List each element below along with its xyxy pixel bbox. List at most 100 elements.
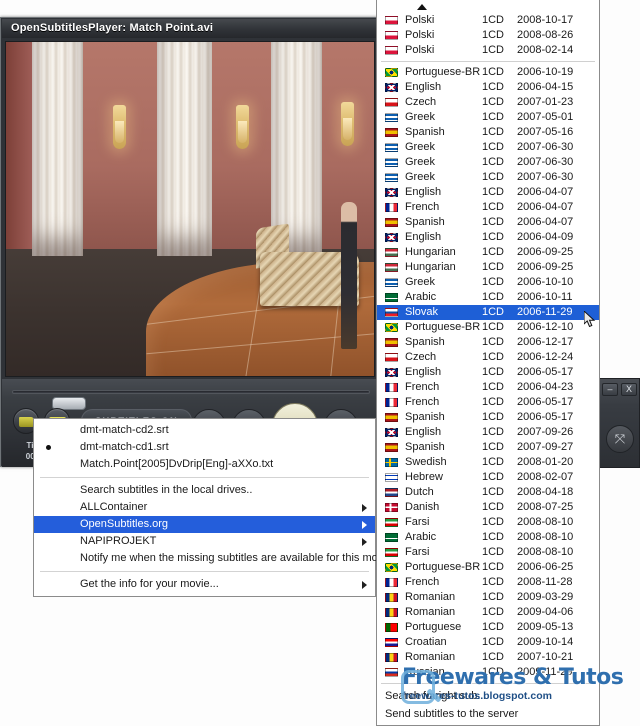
subtitle-menu-command[interactable]: Send subtitles to the server <box>377 705 599 723</box>
context-menu-item[interactable]: Search subtitles in the local drives.. <box>34 482 375 499</box>
flag-es-icon <box>385 128 398 137</box>
minimize-button[interactable]: – <box>602 383 618 396</box>
subtitle-date: 2009-05-13 <box>517 621 574 633</box>
subtitle-menu-command[interactable]: Search fo right sub... <box>377 687 599 705</box>
subtitle-result-row[interactable]: Polski 1CD 2008-10-17 <box>377 13 599 28</box>
subtitle-date: 2006-12-24 <box>517 351 574 363</box>
subtitle-result-row[interactable]: Hungarian 1CD 2006-09-25 <box>377 260 599 275</box>
subtitle-result-row[interactable]: Swedish 1CD 2008-01-20 <box>377 455 599 470</box>
subtitle-result-row[interactable]: Arabic 1CD 2006-10-11 <box>377 290 599 305</box>
subtitle-result-row[interactable]: Hungarian 1CD 2006-09-25 <box>377 245 599 260</box>
context-menu-item[interactable]: Match.Point[2005]DvDrip[Eng]-aXXo.txt <box>34 456 375 473</box>
subtitle-date: 2009-11-29 <box>517 666 573 678</box>
subtitle-result-row[interactable]: Romanian 1CD 2007-10-21 <box>377 650 599 665</box>
flag-hu-icon <box>385 248 398 257</box>
subtitle-language: Spanish <box>405 441 445 453</box>
subtitle-result-row[interactable]: French 1CD 2006-04-07 <box>377 200 599 215</box>
subtitle-cd-count: 1CD <box>482 246 505 258</box>
subtitle-language: Croatian <box>405 636 447 648</box>
subtitle-result-row[interactable]: English 1CD 2006-05-17 <box>377 365 599 380</box>
flag-cz-icon <box>385 98 398 107</box>
subtitle-result-row[interactable]: English 1CD 2006-04-15 <box>377 80 599 95</box>
close-button[interactable]: X <box>621 383 637 396</box>
subtitle-result-row[interactable]: Hebrew 1CD 2008-02-07 <box>377 470 599 485</box>
subtitle-date: 2008-04-18 <box>517 486 574 498</box>
subtitle-result-row[interactable]: Portuguese-BR 1CD 2006-06-25 <box>377 560 599 575</box>
scene-person <box>340 202 357 350</box>
flag-gb-icon <box>385 233 398 242</box>
subtitle-result-row[interactable]: Danish 1CD 2008-07-25 <box>377 500 599 515</box>
context-menu-item[interactable]: Notify me when the missing subtitles are… <box>34 550 392 567</box>
subtitle-result-row[interactable]: Greek 1CD 2006-10-10 <box>377 275 599 290</box>
subtitle-cd-count: 1CD <box>482 291 505 303</box>
fullscreen-button[interactable]: ⤧ <box>606 425 634 453</box>
subtitle-cd-count: 1CD <box>482 666 505 678</box>
subtitle-language: Hungarian <box>405 246 456 258</box>
subtitle-date: 2008-08-10 <box>517 546 574 558</box>
subtitle-menu-commands: Search fo right sub... Send subtitles to … <box>377 687 599 725</box>
subtitle-date: 2007-01-23 <box>517 96 574 108</box>
flag-br-icon <box>385 563 398 572</box>
flag-nl-icon <box>385 488 398 497</box>
submenu-arrow-icon <box>362 504 367 512</box>
context-menu-item[interactable]: NAPIPROJEKT <box>34 533 375 550</box>
subtitle-result-row[interactable]: Czech 1CD 2007-01-23 <box>377 95 599 110</box>
context-menu-item[interactable]: OpenSubtitles.org <box>34 516 375 533</box>
subtitle-date: 2006-12-17 <box>517 336 574 348</box>
subtitle-result-row[interactable]: French 1CD 2006-04-23 <box>377 380 599 395</box>
subtitle-result-row[interactable]: Spanish 1CD 2007-05-16 <box>377 125 599 140</box>
subtitle-result-row[interactable]: French 1CD 2008-11-28 <box>377 575 599 590</box>
subtitle-result-row[interactable]: Arabic 1CD 2008-08-10 <box>377 530 599 545</box>
subtitle-result-row[interactable]: Spanish 1CD 2007-09-27 <box>377 440 599 455</box>
subtitle-result-row[interactable]: Polski 1CD 2008-08-26 <box>377 28 599 43</box>
flag-hu-icon <box>385 263 398 272</box>
context-menu-item[interactable]: dmt-match-cd1.srt <box>34 439 375 456</box>
subtitle-result-row[interactable]: Portuguese 1CD 2009-05-13 <box>377 620 599 635</box>
subtitle-language: Slovak <box>405 306 439 318</box>
subtitle-result-row[interactable]: Romanian 1CD 2009-03-29 <box>377 590 599 605</box>
context-menu-item[interactable]: ALLContainer <box>34 499 375 516</box>
subtitle-result-row[interactable]: Polski 1CD 2008-02-14 <box>377 43 599 58</box>
subtitle-result-row[interactable]: Spanish 1CD 2006-04-07 <box>377 215 599 230</box>
seek-slider[interactable] <box>12 390 370 410</box>
subtitle-cd-count: 1CD <box>482 201 505 213</box>
subtitle-result-row[interactable]: French 1CD 2006-05-17 <box>377 395 599 410</box>
scroll-up-button[interactable] <box>377 0 599 13</box>
subtitle-cd-count: 1CD <box>482 516 505 528</box>
subtitle-result-row[interactable]: Dutch 1CD 2008-04-18 <box>377 485 599 500</box>
subtitle-result-row[interactable]: Croatian 1CD 2009-10-14 <box>377 635 599 650</box>
subtitle-language: English <box>405 81 442 93</box>
subtitle-date: 2009-10-14 <box>517 636 574 648</box>
subtitle-language: Romanian <box>405 591 456 603</box>
context-menu-item[interactable]: dmt-match-cd2.srt <box>34 422 375 439</box>
subtitle-result-row[interactable]: Portuguese-BR 1CD 2006-12-10 <box>377 320 599 335</box>
subtitle-result-row[interactable]: Portuguese-BR 1CD 2006-10-19 <box>377 65 599 80</box>
subtitle-result-row[interactable]: Greek 1CD 2007-06-30 <box>377 170 599 185</box>
subtitle-result-row[interactable]: Greek 1CD 2007-05-01 <box>377 110 599 125</box>
context-menu-item[interactable]: Get the info for your movie... <box>34 576 375 593</box>
subtitle-date: 2006-10-19 <box>517 66 574 78</box>
subtitle-result-row[interactable]: Farsi 1CD 2008-08-10 <box>377 515 599 530</box>
subtitle-language: French <box>405 201 440 213</box>
subtitle-result-row[interactable]: Romanian 1CD 2009-04-06 <box>377 605 599 620</box>
subtitle-result-row[interactable]: Spanish 1CD 2006-12-17 <box>377 335 599 350</box>
subtitle-result-row[interactable]: Spanish 1CD 2006-05-17 <box>377 410 599 425</box>
flag-gb-icon <box>385 428 398 437</box>
subtitle-result-row[interactable]: Farsi 1CD 2008-08-10 <box>377 545 599 560</box>
subtitle-date: 2007-09-27 <box>517 441 574 453</box>
subtitle-date: 2006-10-10 <box>517 276 574 288</box>
video-display[interactable] <box>5 41 375 377</box>
subtitle-language: Spanish <box>405 126 445 138</box>
subtitle-result-row[interactable]: English 1CD 2006-04-09 <box>377 230 599 245</box>
subtitle-date: 2006-04-07 <box>517 201 574 213</box>
subtitle-result-row[interactable]: Slovak 1CD 2006-11-29 <box>377 305 599 320</box>
subtitle-language: Swedish <box>405 456 447 468</box>
subtitle-result-row[interactable]: Russian 1CD 2009-11-29 <box>377 665 599 680</box>
subtitle-language: Czech <box>405 96 437 108</box>
subtitle-result-row[interactable]: Greek 1CD 2007-06-30 <box>377 140 599 155</box>
subtitle-result-row[interactable]: English 1CD 2006-04-07 <box>377 185 599 200</box>
subtitle-cd-count: 1CD <box>482 336 505 348</box>
subtitle-result-row[interactable]: Czech 1CD 2006-12-24 <box>377 350 599 365</box>
subtitle-result-row[interactable]: English 1CD 2007-09-26 <box>377 425 599 440</box>
subtitle-result-row[interactable]: Greek 1CD 2007-06-30 <box>377 155 599 170</box>
